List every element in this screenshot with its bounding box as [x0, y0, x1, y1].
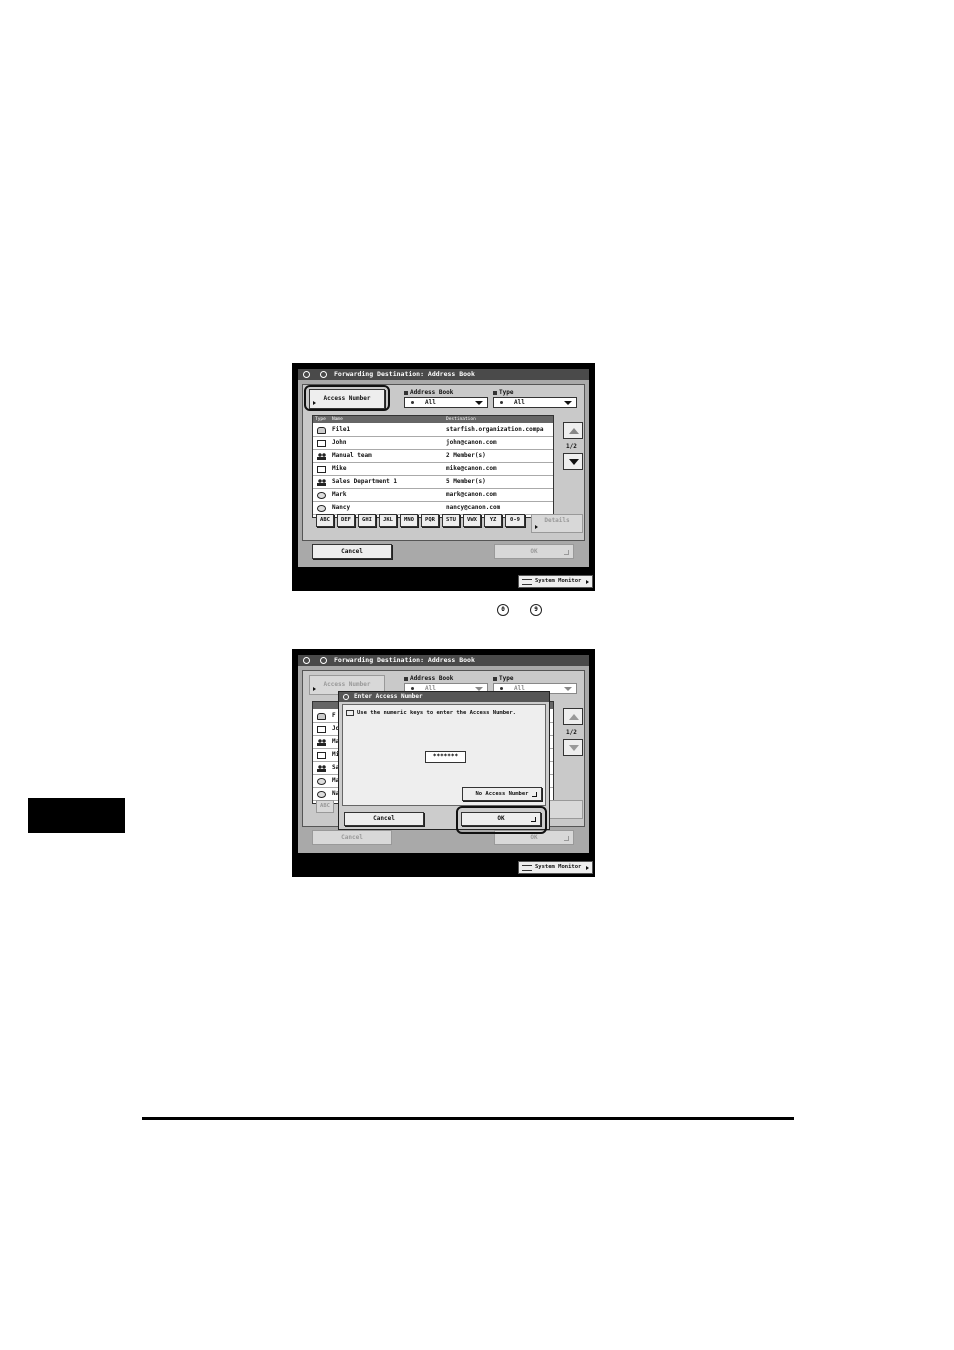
key-button-pqr[interactable]: PQR — [421, 514, 439, 527]
shared-icon — [317, 791, 326, 798]
settings-icon — [343, 694, 349, 700]
scroll-down-button[interactable] — [563, 453, 583, 470]
numeric-key-0-icon: 0 — [497, 604, 509, 616]
chapter-tab — [28, 798, 125, 833]
key-button-jkl[interactable]: JKL — [379, 514, 397, 527]
scroll-down-button[interactable] — [563, 739, 583, 756]
radio-dot-icon — [500, 687, 503, 690]
table-row[interactable]: John john@canon.com — [313, 437, 553, 450]
group-icon — [317, 765, 326, 772]
table-row[interactable]: Mike mike@canon.com — [313, 463, 553, 476]
type-label: Type — [493, 675, 513, 682]
system-monitor-button[interactable]: System Monitor — [518, 575, 593, 588]
dialog-body: Use the numeric keys to enter the Access… — [342, 704, 546, 806]
type-select[interactable]: All — [493, 397, 577, 408]
group-icon — [317, 739, 326, 746]
key-button-mno[interactable]: MNO — [400, 514, 418, 527]
scroll-up-button[interactable] — [563, 422, 583, 439]
table-row[interactable]: File1 starfish.organization.compa — [313, 424, 553, 437]
numeric-key-9-icon: 9 — [530, 604, 542, 616]
system-monitor-button[interactable]: System Monitor — [518, 861, 593, 874]
key-button-0-9[interactable]: 0-9 — [505, 514, 525, 527]
cancel-button[interactable]: Cancel — [312, 830, 392, 845]
keypad-icon — [346, 710, 354, 716]
page-indicator: 1/2 — [566, 729, 577, 736]
arrow-right-icon — [586, 866, 589, 870]
shared-icon — [317, 505, 326, 512]
shared-icon — [317, 778, 326, 785]
address-book-label: Address Book — [404, 389, 453, 396]
dialog-title: Enter Access Number — [354, 693, 423, 700]
ok-button-highlight — [456, 806, 547, 834]
table-row[interactable]: Sales Department 15 Member(s) — [313, 476, 553, 489]
settings-icon — [303, 657, 310, 664]
access-number-field[interactable]: ******* — [425, 751, 466, 763]
list-header: Type Name Destination — [313, 416, 553, 423]
address-book-value: All — [425, 399, 436, 406]
access-number-highlight — [304, 385, 390, 411]
table-row[interactable]: Manual team 2 Member(s) — [313, 450, 553, 463]
footer-rule — [142, 1117, 794, 1120]
page-title: Forwarding Destination: Address Book — [334, 370, 475, 378]
status-bar: System Monitor — [292, 573, 595, 591]
type-label: Type — [493, 389, 513, 396]
page-title: Forwarding Destination: Address Book — [334, 656, 475, 664]
table-row[interactable]: Mark mark@canon.com — [313, 489, 553, 502]
forward-icon — [320, 657, 327, 664]
radio-dot-icon — [411, 401, 414, 404]
header-name: Name — [332, 417, 343, 422]
mail-icon — [317, 440, 326, 447]
system-monitor-label: System Monitor — [535, 578, 582, 584]
radio-dot-icon — [411, 687, 414, 690]
address-book-select[interactable]: All — [404, 397, 488, 408]
scroll-up-button[interactable] — [563, 708, 583, 725]
details-label: Details — [544, 517, 570, 524]
system-monitor-label: System Monitor — [535, 864, 582, 870]
destination-list: Type Name Destination File1 starfish.orga… — [312, 415, 554, 518]
ok-button[interactable]: OK — [494, 544, 574, 559]
mail-icon — [317, 752, 326, 759]
key-button-def[interactable]: DEF — [337, 514, 355, 527]
header-destination: Destination — [446, 417, 476, 422]
key-button-abc[interactable]: ABC — [316, 800, 334, 813]
shared-icon — [317, 492, 326, 499]
title-bar: Forwarding Destination: Address Book — [298, 655, 589, 666]
no-access-number-button[interactable]: No Access Number — [462, 787, 542, 801]
address-book-label: Address Book — [404, 675, 453, 682]
cancel-button[interactable]: Cancel — [312, 544, 392, 559]
chevron-down-icon — [564, 687, 572, 691]
group-icon — [317, 479, 326, 486]
key-button-stu[interactable]: STU — [442, 514, 460, 527]
file-icon — [317, 427, 326, 434]
dialog-instruction: Use the numeric keys to enter the Access… — [357, 710, 516, 716]
dialog-cancel-button[interactable]: Cancel — [344, 812, 424, 826]
access-number-label: Access Number — [323, 681, 371, 688]
screen-address-book: Forwarding Destination: Address Book Acc… — [292, 363, 595, 591]
monitor-icon — [522, 865, 532, 871]
screen-enter-access-number: Forwarding Destination: Address Book Acc… — [292, 649, 595, 877]
radio-dot-icon — [500, 401, 503, 404]
forward-icon — [320, 371, 327, 378]
dialog-title-bar: Enter Access Number — [339, 692, 549, 702]
title-bar: Forwarding Destination: Address Book — [298, 369, 589, 380]
key-button-abc[interactable]: ABC — [316, 514, 334, 527]
mail-icon — [317, 726, 326, 733]
key-button-ghi[interactable]: GHI — [358, 514, 376, 527]
details-button[interactable]: Details — [531, 514, 583, 533]
mail-icon — [317, 466, 326, 473]
page-indicator: 1/2 — [566, 443, 577, 450]
chevron-down-icon — [475, 401, 483, 405]
status-bar: System Monitor — [292, 859, 595, 877]
key-button-vwx[interactable]: VWX — [463, 514, 481, 527]
arrow-right-icon — [586, 580, 589, 584]
key-button-yz[interactable]: YZ — [484, 514, 502, 527]
monitor-icon — [522, 579, 532, 585]
settings-icon — [303, 371, 310, 378]
chevron-down-icon — [564, 401, 572, 405]
file-icon — [317, 713, 326, 720]
type-value: All — [514, 399, 525, 406]
header-type: Type — [315, 417, 326, 422]
group-icon — [317, 453, 326, 460]
